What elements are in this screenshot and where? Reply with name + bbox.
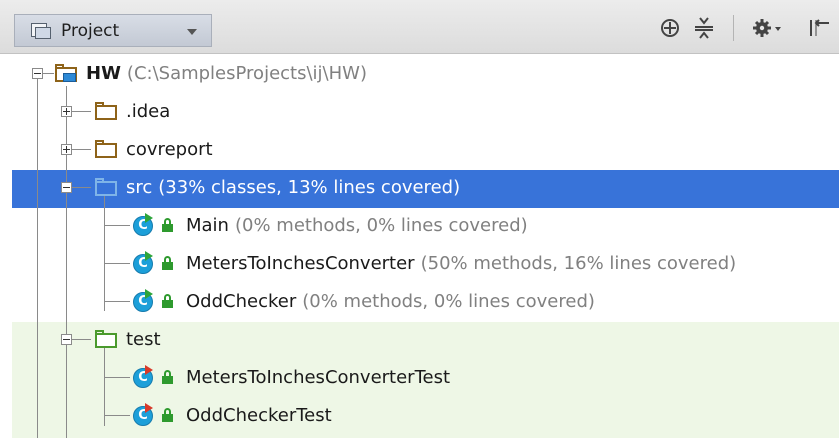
collapse-toggle-test[interactable]: [61, 334, 72, 345]
coverage-summary: (0% methods, 0% lines covered): [234, 214, 528, 236]
node-path: (C:\SamplesProjects\ij\HW): [126, 62, 367, 84]
node-name: test: [126, 328, 161, 350]
dropdown-arrow-icon: [187, 29, 197, 35]
tree-node-project-hw[interactable]: HW (C:\SamplesProjects\ij\HW): [54, 54, 367, 92]
class-icon: C: [132, 251, 156, 275]
tree-guide: [37, 78, 38, 438]
tree-guide: [71, 111, 91, 112]
coverage-summary: (0% methods, 0% lines covered): [302, 290, 595, 312]
tree-guide: [104, 301, 130, 302]
class-icon: C: [132, 289, 156, 313]
lock-icon: [162, 294, 175, 308]
tree-node-test-oddcheckertest[interactable]: C OddCheckerTest: [132, 396, 332, 434]
collapse-all-icon[interactable]: [691, 15, 717, 41]
expand-toggle-covreport[interactable]: [61, 144, 72, 155]
tree-node-idea[interactable]: .idea: [94, 92, 170, 130]
node-name: OddCheckerTest: [186, 404, 332, 426]
settings-gear-icon[interactable]: [750, 15, 786, 41]
node-name: .idea: [126, 100, 171, 122]
lock-icon: [162, 218, 175, 232]
lock-icon: [162, 370, 175, 384]
tree-guide: [71, 187, 91, 188]
tree-node-src[interactable]: src (33% classes, 13% lines covered): [94, 168, 460, 206]
node-name: OddChecker: [186, 290, 297, 312]
node-name: MetersToInchesConverter: [186, 252, 415, 274]
node-name: covreport: [126, 138, 213, 160]
coverage-summary: (33% classes, 13% lines covered): [158, 176, 461, 198]
project-toolbar: Project: [0, 0, 839, 54]
tree-node-class-meterstoinchesconverter[interactable]: C MetersToInchesConverter (50% methods, …: [132, 244, 736, 282]
project-view-icon: [31, 22, 51, 39]
collapse-toggle-src[interactable]: [61, 182, 72, 193]
tree-guide: [104, 196, 105, 311]
class-icon: C: [132, 213, 156, 237]
expand-toggle-idea[interactable]: [61, 106, 72, 117]
node-name: Main: [186, 214, 229, 236]
project-module-icon: [54, 64, 78, 82]
tree-guide: [71, 339, 91, 340]
tree-guide: [104, 415, 130, 416]
tree-guide: [104, 225, 130, 226]
tree-node-class-main[interactable]: C Main (0% methods, 0% lines covered): [132, 206, 528, 244]
test-class-icon: C: [132, 403, 156, 427]
folder-icon: [94, 140, 118, 158]
tree-guide: [104, 377, 130, 378]
view-selector-label: Project: [61, 20, 120, 41]
tree-node-test[interactable]: test: [94, 320, 161, 358]
tree-node-test-meterstoinchesconvertertest[interactable]: C MetersToInchesConverterTest: [132, 358, 450, 396]
test-folder-icon: [94, 330, 118, 348]
node-name: HW: [86, 62, 121, 84]
node-name: src: [126, 176, 153, 198]
node-name: MetersToInchesConverterTest: [186, 366, 451, 388]
project-tree: HW (C:\SamplesProjects\ij\HW) .idea covr…: [0, 54, 839, 438]
view-selector-dropdown[interactable]: Project: [14, 14, 212, 47]
toolbar-separator: [733, 15, 734, 41]
collapse-toggle-hw[interactable]: [32, 68, 43, 79]
folder-icon: [94, 102, 118, 120]
test-class-icon: C: [132, 365, 156, 389]
tree-guide: [104, 263, 130, 264]
coverage-summary: (50% methods, 16% lines covered): [420, 252, 737, 274]
tree-guide: [71, 149, 91, 150]
lock-icon: [162, 408, 175, 422]
lock-icon: [162, 256, 175, 270]
locate-icon[interactable]: [657, 15, 683, 41]
hide-panel-icon[interactable]: [805, 15, 833, 41]
source-folder-icon: [94, 178, 118, 196]
tree-node-covreport[interactable]: covreport: [94, 130, 213, 168]
tree-guide: [42, 73, 54, 74]
tree-node-class-oddchecker[interactable]: C OddChecker (0% methods, 0% lines cover…: [132, 282, 595, 320]
tree-guide: [66, 86, 67, 438]
